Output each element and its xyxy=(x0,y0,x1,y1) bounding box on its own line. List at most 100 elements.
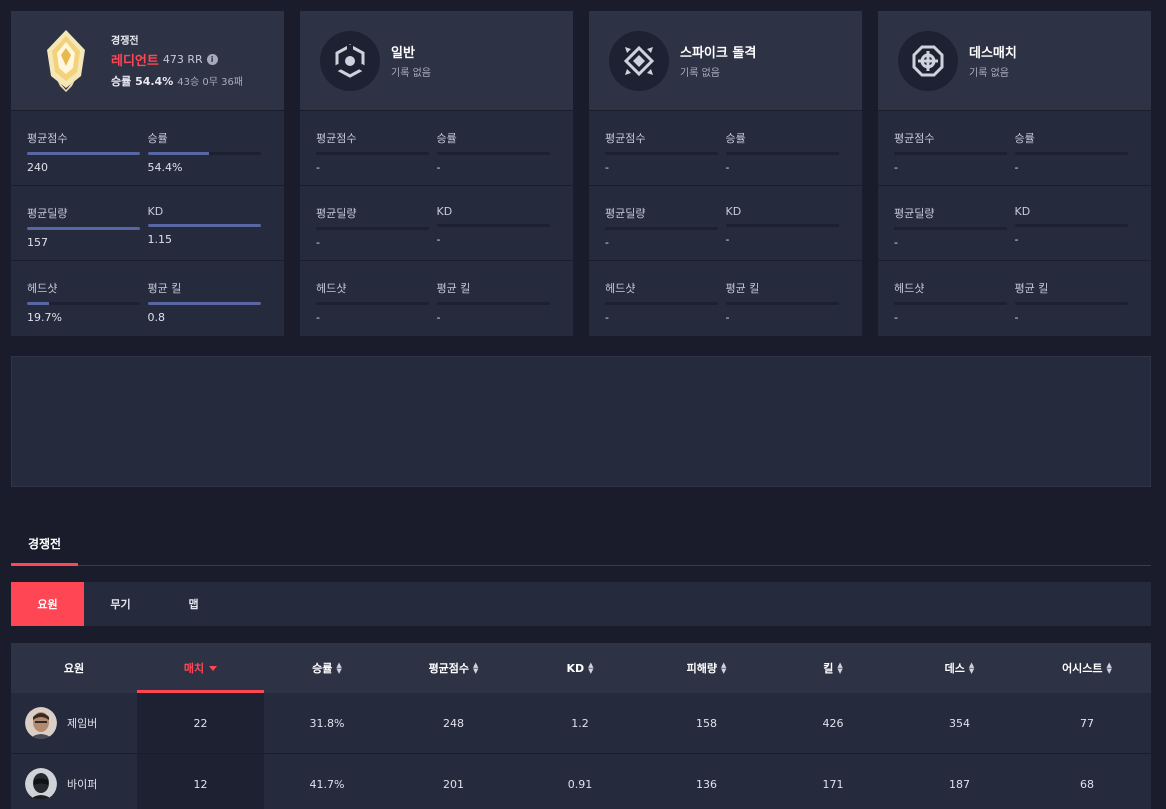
stat-bar xyxy=(725,224,839,227)
unrated-card-header: 일반 기록 없음 xyxy=(300,11,573,111)
tab-weapons[interactable]: 무기 xyxy=(84,582,157,626)
agent-cell: 제임버 xyxy=(11,693,137,753)
stat-avg-kills: 평균 킬 - xyxy=(1014,280,1136,336)
cell-kills: 171 xyxy=(822,777,844,791)
spike-rush-card-header: 스파이크 돌격 기록 없음 xyxy=(589,11,862,111)
stat-row: 평균점수 240 승률 54.4% xyxy=(11,111,284,186)
header-deaths[interactable]: 데스 ▲ ▼ xyxy=(896,643,1023,693)
mode-name: 데스매치 xyxy=(969,46,1017,61)
stat-label: 평균점수 xyxy=(27,132,68,145)
agent-avatar-icon xyxy=(25,707,57,739)
cell-avg-score: 201 xyxy=(443,777,464,791)
cell-damage: 136 xyxy=(696,777,717,791)
header-kd[interactable]: KD ▲ ▼ xyxy=(517,643,643,693)
cell-assists: 68 xyxy=(1080,777,1094,791)
mode-name: 일반 xyxy=(391,46,415,61)
stat-headshot: 헤드샷 - xyxy=(605,280,726,336)
deathmatch-card: 데스매치 기록 없음 평균점수 - 승률 - 평균딜량 - KD - 헤드샷 - 평균 킬… xyxy=(878,11,1151,336)
stat-value: - xyxy=(725,161,730,174)
stat-bar xyxy=(605,152,718,155)
info-icon[interactable]: i xyxy=(206,54,218,65)
stat-avg-damage: 평균딜량 157 xyxy=(27,205,148,260)
header-label: 매치 xyxy=(183,662,205,675)
stat-value: - xyxy=(894,161,898,174)
stat-value: - xyxy=(1014,311,1019,324)
rank-name: 레디언트 xyxy=(111,54,159,69)
stat-bar xyxy=(436,302,550,305)
stat-label: 평균딜량 xyxy=(605,207,646,220)
stat-headshot: 헤드샷 19.7% xyxy=(27,280,148,336)
header-matches[interactable]: 매치 xyxy=(137,643,264,693)
header-label: 피해량 xyxy=(686,662,717,675)
cell-matches: 12 xyxy=(137,754,264,809)
stat-bar-fill xyxy=(147,152,209,155)
tab-competitive[interactable]: 경쟁전 xyxy=(11,528,78,566)
stat-value: - xyxy=(316,236,320,249)
stat-bar xyxy=(1014,224,1128,227)
stat-win-rate: 승률 - xyxy=(1014,130,1136,185)
stat-value: - xyxy=(605,311,609,324)
agent-name: 제임버 xyxy=(67,717,98,730)
stat-bar xyxy=(316,227,429,230)
header-kills[interactable]: 킬 ▲ ▼ xyxy=(770,643,896,693)
stat-row: 헤드샷 19.7% 평균 킬 0.8 xyxy=(11,261,284,336)
stat-label: 승률 xyxy=(1014,132,1035,145)
stat-bar xyxy=(147,224,261,227)
rank-line: 레디언트 473 RR i xyxy=(111,50,243,69)
stat-kd: KD - xyxy=(725,205,847,260)
stat-row: 평균점수 - 승률 - xyxy=(300,111,573,186)
stat-row: 평균딜량 - KD - xyxy=(300,186,573,261)
stat-value: 19.7% xyxy=(27,311,62,324)
stat-label: 승률 xyxy=(147,132,168,145)
section-tabs: 경쟁전 xyxy=(11,528,1151,566)
stat-bar xyxy=(894,152,1007,155)
stat-bar-fill xyxy=(27,152,140,155)
cell-deaths: 187 xyxy=(949,777,970,791)
table-row[interactable]: 제임버 22 31.8% 248 1.2 158 426 354 77 xyxy=(11,693,1151,754)
cell-avg-score: 248 xyxy=(443,716,464,730)
stat-row: 평균점수 - 승률 - xyxy=(589,111,862,186)
rank-win-rate: 승률 54.4% 43승 0무 36패 xyxy=(111,73,243,89)
tab-agents[interactable]: 요원 xyxy=(11,582,84,626)
sort-desc-icon xyxy=(209,665,218,671)
stat-kd: KD - xyxy=(436,205,558,260)
sort-icon: ▲ ▼ xyxy=(720,661,727,675)
stat-bar xyxy=(316,302,429,305)
stat-label: 평균딜량 xyxy=(316,207,357,220)
table-row[interactable]: 바이퍼 12 41.7% 201 0.91 136 171 187 68 xyxy=(11,754,1151,809)
header-label: 데스 xyxy=(944,662,965,675)
header-damage[interactable]: 피해량 ▲ ▼ xyxy=(643,643,770,693)
stat-bar xyxy=(316,152,429,155)
stat-row: 평균딜량 - KD - xyxy=(878,186,1151,261)
stat-bar-fill xyxy=(27,302,50,305)
stat-label: KD xyxy=(1014,205,1031,218)
deathmatch-card-header: 데스매치 기록 없음 xyxy=(878,11,1151,111)
stat-win-rate: 승률 - xyxy=(725,130,847,185)
win-loss-record: 43승 0무 36패 xyxy=(177,77,244,88)
unrated-card: 일반 기록 없음 평균점수 - 승률 - 평균딜량 - KD - 헤드샷 - 평균 킬 - xyxy=(300,11,573,336)
header-assists[interactable]: 어시스트 ▲ ▼ xyxy=(1023,643,1151,693)
stat-value: - xyxy=(316,161,320,174)
spike-rush-icon xyxy=(609,30,669,91)
stat-row: 평균점수 - 승률 - xyxy=(878,111,1151,186)
cell-kills: 426 xyxy=(822,716,844,730)
agent-avatar-icon xyxy=(25,768,57,800)
competitive-card: 경쟁전 레디언트 473 RR i 승률 54.4% 43승 0무 36패 평균점… xyxy=(11,11,284,336)
stat-label: 헤드샷 xyxy=(316,282,347,295)
stat-avg-score: 평균점수 - xyxy=(605,130,726,185)
header-win-rate[interactable]: 승률 ▲ ▼ xyxy=(264,643,390,693)
stat-avg-score: 평균점수 - xyxy=(316,130,437,185)
stat-bar xyxy=(894,302,1007,305)
stat-kd: KD 1.15 xyxy=(147,205,269,260)
stat-value: - xyxy=(436,311,441,324)
spike-rush-card: 스파이크 돌격 기록 없음 평균점수 - 승률 - 평균딜량 - KD - 헤드샷 - 평… xyxy=(589,11,862,336)
header-avg-score[interactable]: 평균점수 ▲ ▼ xyxy=(390,643,517,693)
cell-assists: 77 xyxy=(1080,716,1094,730)
stat-value: - xyxy=(1014,161,1019,174)
header-label: 승률 xyxy=(312,662,333,675)
tab-maps[interactable]: 맵 xyxy=(157,582,230,626)
mode-no-record: 기록 없음 xyxy=(680,68,720,79)
category-tabs: 요원 무기 맵 xyxy=(11,582,1151,626)
agent-name: 바이퍼 xyxy=(67,778,98,791)
stat-avg-kills: 평균 킬 - xyxy=(725,280,847,336)
